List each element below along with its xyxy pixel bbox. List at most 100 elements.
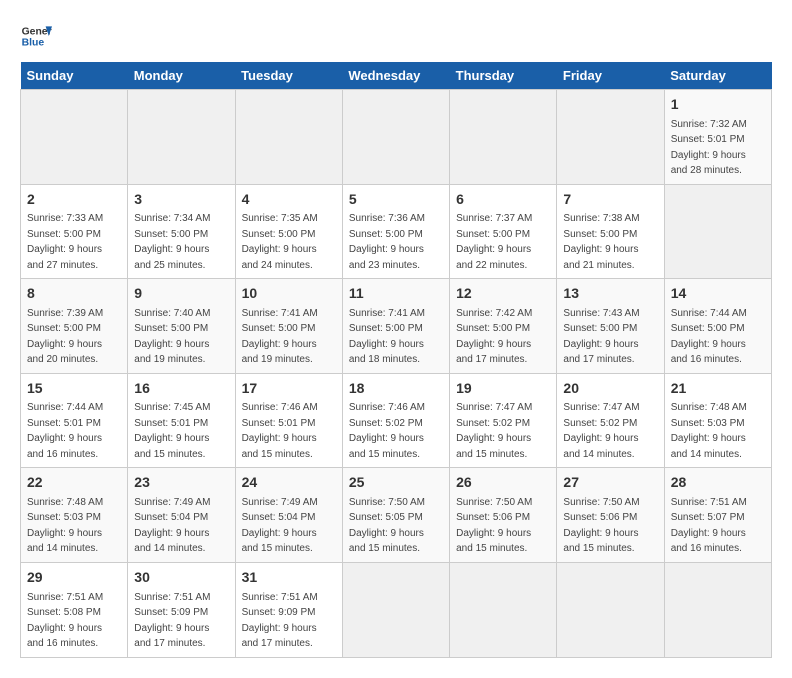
calendar-week-row: 22 Sunrise: 7:48 AMSunset: 5:03 PMDayligh… [21,468,772,563]
calendar-cell: 12 Sunrise: 7:42 AMSunset: 5:00 PMDayligh… [450,279,557,374]
calendar-week-row: 1Sunrise: 7:32 AMSunset: 5:01 PMDaylight… [21,90,772,185]
calendar-cell: 6 Sunrise: 7:37 AMSunset: 5:00 PMDaylight… [450,184,557,279]
calendar-cell: 15 Sunrise: 7:44 AMSunset: 5:01 PMDayligh… [21,373,128,468]
logo-icon: General Blue [20,20,52,52]
day-number: 26 [456,473,550,493]
calendar-table: SundayMondayTuesdayWednesdayThursdayFrid… [20,62,772,658]
day-number: 5 [349,190,443,210]
day-info: Sunrise: 7:34 AMSunset: 5:00 PMDaylight:… [134,213,210,271]
calendar-cell [557,562,664,657]
day-number: 7 [563,190,657,210]
day-info: Sunrise: 7:49 AMSunset: 5:04 PMDaylight:… [242,497,318,555]
day-info: Sunrise: 7:47 AMSunset: 5:02 PMDaylight:… [456,402,532,460]
day-info: Sunrise: 7:50 AMSunset: 5:05 PMDaylight:… [349,497,425,555]
day-info: Sunrise: 7:35 AMSunset: 5:00 PMDaylight:… [242,213,318,271]
calendar-cell: 17 Sunrise: 7:46 AMSunset: 5:01 PMDayligh… [235,373,342,468]
day-info: Sunrise: 7:48 AMSunset: 5:03 PMDaylight:… [27,497,103,555]
day-number: 29 [27,568,121,588]
day-info: Sunrise: 7:45 AMSunset: 5:01 PMDaylight:… [134,402,210,460]
calendar-week-row: 8Sunrise: 7:39 AMSunset: 5:00 PMDaylight… [21,279,772,374]
calendar-cell: 4 Sunrise: 7:35 AMSunset: 5:00 PMDaylight… [235,184,342,279]
day-info: Sunrise: 7:36 AMSunset: 5:00 PMDaylight:… [349,213,425,271]
calendar-cell [664,562,771,657]
day-number: 28 [671,473,765,493]
day-info: Sunrise: 7:46 AMSunset: 5:01 PMDaylight:… [242,402,318,460]
calendar-cell: 10 Sunrise: 7:41 AMSunset: 5:00 PMDayligh… [235,279,342,374]
calendar-cell [450,562,557,657]
calendar-cell: 19Sunrise: 7:47 AMSunset: 5:02 PMDayligh… [450,373,557,468]
day-info: Sunrise: 7:51 AMSunset: 5:07 PMDaylight:… [671,497,747,555]
day-number: 31 [242,568,336,588]
day-number: 11 [349,284,443,304]
calendar-cell: 23 Sunrise: 7:49 AMSunset: 5:04 PMDayligh… [128,468,235,563]
day-number: 3 [134,190,228,210]
calendar-cell: 5 Sunrise: 7:36 AMSunset: 5:00 PMDaylight… [342,184,449,279]
day-number: 24 [242,473,336,493]
calendar-week-row: 29 Sunrise: 7:51 AMSunset: 5:08 PMDayligh… [21,562,772,657]
calendar-cell [235,90,342,185]
day-info: Sunrise: 7:44 AMSunset: 5:01 PMDaylight:… [27,402,103,460]
calendar-cell: 9Sunrise: 7:40 AMSunset: 5:00 PMDaylight… [128,279,235,374]
day-of-week-header: Saturday [664,62,771,90]
day-number: 15 [27,379,121,399]
day-number: 12 [456,284,550,304]
calendar-cell: 21Sunrise: 7:48 AMSunset: 5:03 PMDayligh… [664,373,771,468]
day-number: 4 [242,190,336,210]
logo: General Blue [20,20,52,52]
calendar-cell [450,90,557,185]
day-number: 6 [456,190,550,210]
calendar-cell: 28 Sunrise: 7:51 AMSunset: 5:07 PMDayligh… [664,468,771,563]
day-of-week-header: Tuesday [235,62,342,90]
day-info: Sunrise: 7:47 AMSunset: 5:02 PMDaylight:… [563,402,639,460]
calendar-cell [557,90,664,185]
day-number: 22 [27,473,121,493]
page-header: General Blue [20,20,772,52]
calendar-cell: 11 Sunrise: 7:41 AMSunset: 5:00 PMDayligh… [342,279,449,374]
calendar-cell [342,562,449,657]
day-number: 2 [27,190,121,210]
day-info: Sunrise: 7:48 AMSunset: 5:03 PMDaylight:… [671,402,747,460]
calendar-cell [342,90,449,185]
day-number: 18 [349,379,443,399]
day-info: Sunrise: 7:42 AMSunset: 5:00 PMDaylight:… [456,308,532,366]
day-of-week-header: Monday [128,62,235,90]
calendar-cell: 24 Sunrise: 7:49 AMSunset: 5:04 PMDayligh… [235,468,342,563]
day-of-week-header: Wednesday [342,62,449,90]
day-info: Sunrise: 7:44 AMSunset: 5:00 PMDaylight:… [671,308,747,366]
calendar-cell: 26Sunrise: 7:50 AMSunset: 5:06 PMDayligh… [450,468,557,563]
day-info: Sunrise: 7:43 AMSunset: 5:00 PMDaylight:… [563,308,639,366]
day-info: Sunrise: 7:50 AMSunset: 5:06 PMDaylight:… [563,497,639,555]
day-number: 27 [563,473,657,493]
day-info: Sunrise: 7:40 AMSunset: 5:00 PMDaylight:… [134,308,210,366]
day-number: 1 [671,95,765,115]
day-number: 16 [134,379,228,399]
calendar-cell: 8Sunrise: 7:39 AMSunset: 5:00 PMDaylight… [21,279,128,374]
calendar-cell: 2Sunrise: 7:33 AMSunset: 5:00 PMDaylight… [21,184,128,279]
day-info: Sunrise: 7:37 AMSunset: 5:00 PMDaylight:… [456,213,532,271]
day-info: Sunrise: 7:49 AMSunset: 5:04 PMDaylight:… [134,497,210,555]
calendar-body: 1Sunrise: 7:32 AMSunset: 5:01 PMDaylight… [21,90,772,658]
day-number: 14 [671,284,765,304]
calendar-cell [128,90,235,185]
calendar-cell: 27 Sunrise: 7:50 AMSunset: 5:06 PMDayligh… [557,468,664,563]
day-info: Sunrise: 7:51 AMSunset: 5:09 PMDaylight:… [134,592,210,650]
calendar-cell: 25 Sunrise: 7:50 AMSunset: 5:05 PMDayligh… [342,468,449,563]
day-number: 23 [134,473,228,493]
day-number: 30 [134,568,228,588]
day-info: Sunrise: 7:51 AMSunset: 9:09 PMDaylight:… [242,592,318,650]
day-number: 25 [349,473,443,493]
calendar-cell: 16 Sunrise: 7:45 AMSunset: 5:01 PMDayligh… [128,373,235,468]
day-info: Sunrise: 7:41 AMSunset: 5:00 PMDaylight:… [349,308,425,366]
calendar-cell [664,184,771,279]
day-info: Sunrise: 7:46 AMSunset: 5:02 PMDaylight:… [349,402,425,460]
day-info: Sunrise: 7:51 AMSunset: 5:08 PMDaylight:… [27,592,103,650]
day-info: Sunrise: 7:41 AMSunset: 5:00 PMDaylight:… [242,308,318,366]
day-number: 17 [242,379,336,399]
calendar-week-row: 2Sunrise: 7:33 AMSunset: 5:00 PMDaylight… [21,184,772,279]
day-number: 20 [563,379,657,399]
calendar-cell: 20 Sunrise: 7:47 AMSunset: 5:02 PMDayligh… [557,373,664,468]
calendar-cell: 1Sunrise: 7:32 AMSunset: 5:01 PMDaylight… [664,90,771,185]
calendar-cell: 7Sunrise: 7:38 AMSunset: 5:00 PMDaylight… [557,184,664,279]
calendar-cell: 30 Sunrise: 7:51 AMSunset: 5:09 PMDayligh… [128,562,235,657]
day-number: 10 [242,284,336,304]
